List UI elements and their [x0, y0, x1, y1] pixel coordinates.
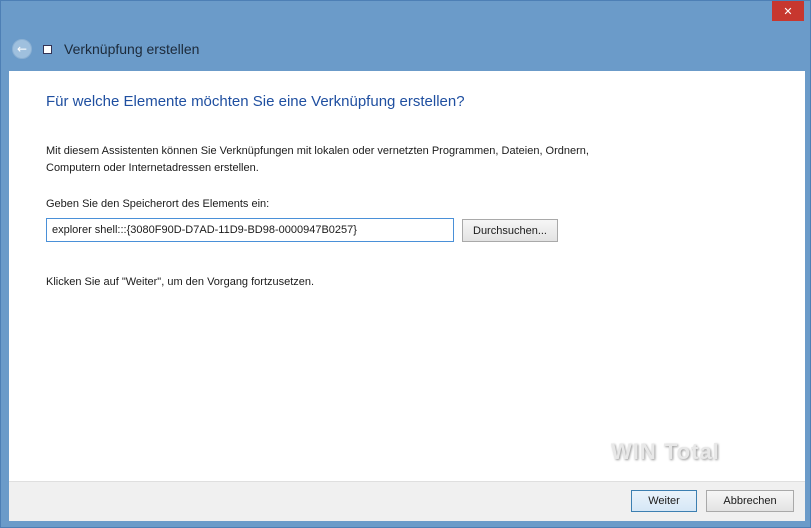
- page-heading: Für welche Elemente möchten Sie eine Ver…: [46, 93, 465, 110]
- location-input[interactable]: [46, 218, 454, 242]
- shortcut-wizard-window: ✕ ← Verknüpfung erstellen Für welche Ele…: [0, 0, 811, 528]
- cancel-button[interactable]: Abbrechen: [706, 490, 794, 512]
- title-bar: ← Verknüpfung erstellen: [1, 29, 811, 69]
- watermark-logo: WIN Total: [611, 439, 720, 464]
- window-title: Verknüpfung erstellen: [64, 41, 200, 57]
- wizard-content: Für welche Elemente möchten Sie eine Ver…: [9, 71, 805, 481]
- browse-button[interactable]: Durchsuchen...: [462, 219, 558, 242]
- close-icon: ✕: [783, 4, 793, 18]
- next-button[interactable]: Weiter: [631, 490, 697, 512]
- back-arrow-icon: ←: [16, 42, 28, 56]
- location-label: Geben Sie den Speicherort des Elements e…: [46, 198, 270, 210]
- wizard-footer: Weiter Abbrechen: [9, 481, 805, 521]
- description-text: Mit diesem Assistenten können Sie Verknü…: [46, 145, 589, 174]
- back-button[interactable]: ←: [12, 39, 32, 59]
- close-button[interactable]: ✕: [772, 1, 804, 21]
- shortcut-icon: [43, 45, 52, 54]
- continue-hint: Klicken Sie auf "Weiter", um den Vorgang…: [46, 276, 315, 288]
